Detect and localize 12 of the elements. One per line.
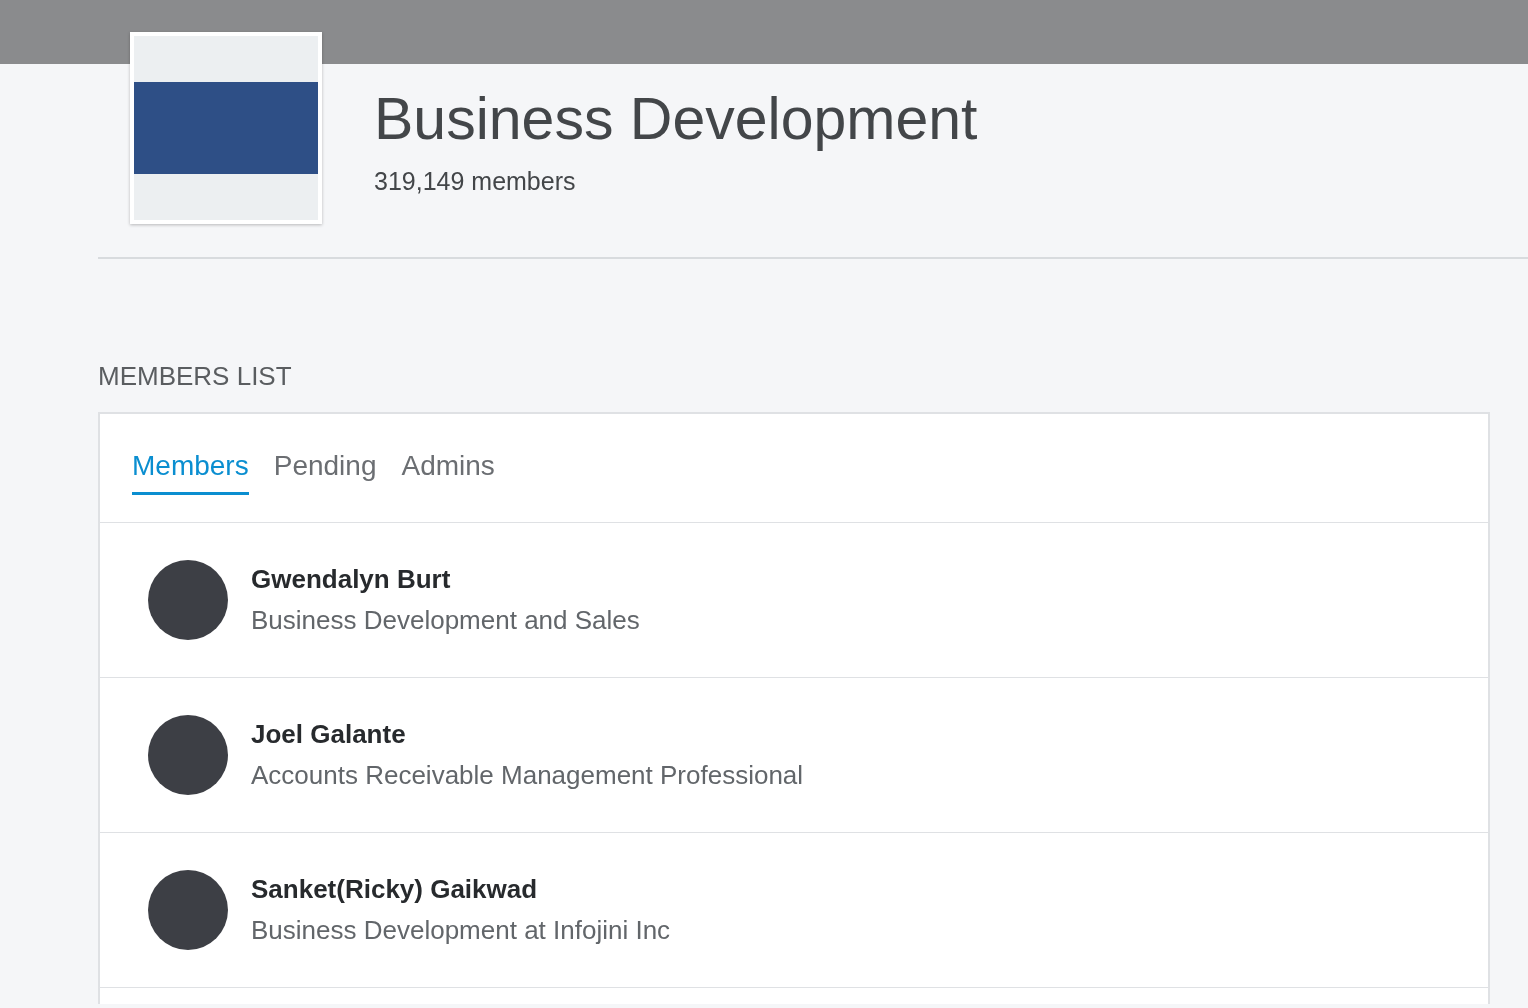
member-count: 319,149 members [374, 167, 577, 196]
tab[interactable]: Members [132, 450, 249, 495]
member-headline: Business Development and Sales [251, 605, 640, 636]
section-heading: MEMBERS LIST [98, 361, 293, 392]
member-name[interactable]: Joel Galante [251, 719, 804, 750]
member-name[interactable]: Gwendalyn Burt [251, 564, 640, 595]
group-title: Business Development [374, 90, 978, 149]
tab[interactable]: Admins [401, 450, 495, 495]
member-headline: Accounts Receivable Management Professional [251, 760, 804, 791]
member-headline: Business Development at Infojini Inc [251, 915, 671, 946]
tab[interactable]: Pending [273, 450, 377, 495]
member-name[interactable]: Sanket(Ricky) Gaikwad [251, 874, 671, 905]
